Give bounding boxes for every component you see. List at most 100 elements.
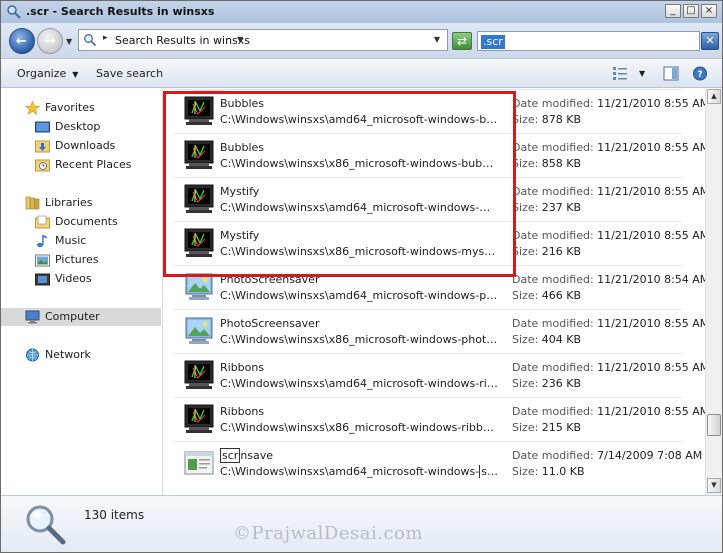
file-name[interactable]: Mystify: [220, 185, 259, 198]
address-box[interactable]: ▸ Search Results in winsxs ▼ ▼: [78, 29, 448, 51]
refresh-button[interactable]: ⇄: [452, 32, 472, 50]
file-name[interactable]: Ribbons: [220, 405, 264, 418]
search-results-list[interactable]: Bubbles C:\Windows\winsxs\amd64_microsoft…: [164, 89, 705, 495]
magnifier-icon: [26, 505, 66, 545]
nav-computer-label: Computer: [45, 310, 100, 323]
close-button[interactable]: ×: [701, 4, 717, 18]
scroll-up-button[interactable]: ▲: [707, 89, 721, 104]
screensaver-monitor-icon: [183, 183, 215, 215]
size-label: Size:: [512, 333, 539, 346]
nav-videos[interactable]: Videos: [1, 270, 161, 288]
recent-pages-dropdown-icon[interactable]: ▼: [66, 37, 72, 46]
file-name[interactable]: Bubbles: [220, 141, 264, 154]
preview-pane-icon[interactable]: [663, 66, 679, 81]
file-size: Size: 216 KB: [512, 245, 581, 258]
date-modified-value: 11/21/2010 8:55 AM: [597, 185, 705, 198]
address-bar-row: ← → ▼ ▸ Search Results in winsxs ▼ ▼ ⇄ .…: [1, 23, 722, 59]
file-path: C:\Windows\winsxs\amd64_microsoft-window…: [220, 465, 498, 478]
nav-computer[interactable]: Computer: [1, 308, 161, 326]
scrollbar-thumb[interactable]: [707, 414, 721, 436]
file-size: Size: 878 KB: [512, 113, 581, 126]
scroll-down-button[interactable]: ▼: [707, 478, 721, 493]
help-icon[interactable]: ?: [692, 66, 708, 81]
back-button[interactable]: ←: [9, 28, 35, 54]
search-input[interactable]: .scr: [477, 31, 700, 51]
item-count: 130 items: [84, 508, 145, 522]
file-name-text: Ribbons: [220, 361, 265, 374]
breadcrumb-dropdown-icon[interactable]: ▼: [237, 35, 243, 44]
file-name[interactable]: Mystify: [220, 229, 259, 242]
change-view-icon[interactable]: [612, 66, 628, 81]
file-size: Size: 11.0 KB: [512, 465, 585, 478]
result-row[interactable]: Bubbles C:\Windows\winsxs\x86_microsoft-w…: [164, 133, 705, 177]
date-modified-label: Date modified:: [512, 405, 594, 418]
nav-favorites[interactable]: Favorites: [1, 99, 161, 117]
file-name-suffix: nsave: [240, 449, 274, 462]
size-label: Size:: [512, 157, 539, 170]
size-value: 466 KB: [541, 289, 582, 302]
scroll-down-icon: ▼: [711, 481, 717, 489]
nav-network-label: Network: [45, 348, 91, 361]
nav-recent-places-label: Recent Places: [55, 158, 132, 171]
file-name[interactable]: Bubbles: [220, 97, 264, 110]
address-history-dropdown-icon[interactable]: ▼: [434, 35, 440, 44]
videos-icon: [35, 273, 50, 286]
file-path-text: C:\Windows\winsxs\x86_microsoft-windows-…: [220, 421, 498, 434]
forward-arrow-icon: →: [45, 34, 56, 49]
save-search-button[interactable]: Save search: [96, 67, 163, 80]
search-folder-icon: [7, 5, 21, 19]
result-row[interactable]: PhotoScreensaver C:\Windows\winsxs\x86_mi…: [164, 309, 705, 353]
nav-recent-places[interactable]: Recent Places: [1, 156, 161, 174]
nav-downloads[interactable]: Downloads: [1, 137, 161, 155]
minimize-button[interactable]: _: [665, 4, 681, 18]
result-row[interactable]: Mystify C:\Windows\winsxs\x86_microsoft-w…: [164, 221, 705, 265]
size-label: Size:: [512, 465, 539, 478]
result-row[interactable]: PhotoScreensaver C:\Windows\winsxs\amd64_…: [164, 265, 705, 309]
organize-button[interactable]: Organize ▼: [17, 67, 78, 80]
maximize-button[interactable]: □: [683, 4, 699, 18]
file-path: C:\Windows\winsxs\amd64_microsoft-window…: [220, 201, 498, 214]
vertical-scrollbar[interactable]: ▲ ▼: [705, 89, 722, 495]
photo-screensaver-icon: [183, 271, 215, 303]
date-modified-value: 11/21/2010 8:55 AM: [597, 229, 705, 242]
file-name-text: Mystify: [220, 229, 260, 242]
file-name[interactable]: Ribbons: [220, 361, 264, 374]
result-row[interactable]: scr nsave C:\Windows\winsxs\amd64_microsof…: [164, 441, 702, 485]
nav-libraries[interactable]: Libraries: [1, 194, 161, 212]
file-name[interactable]: scr nsave: [220, 448, 274, 463]
nav-music[interactable]: Music: [1, 232, 161, 250]
date-modified: Date modified: 11/21/2010 8:55 AM: [512, 229, 705, 242]
file-name[interactable]: PhotoScreensaver: [220, 317, 319, 330]
forward-button[interactable]: →: [37, 28, 63, 54]
result-row[interactable]: Ribbons C:\Windows\winsxs\amd64_microsoft…: [164, 353, 705, 397]
size-value: 11.0 KB: [541, 465, 585, 478]
nav-desktop[interactable]: Desktop: [1, 118, 161, 136]
result-row[interactable]: Ribbons C:\Windows\winsxs\x86_microsoft-w…: [164, 397, 705, 441]
title-bar[interactable]: .scr - Search Results in winsxs _ □ ×: [1, 1, 722, 23]
result-row[interactable]: Mystify C:\Windows\winsxs\amd64_microsoft…: [164, 177, 705, 221]
screensaver-monitor-icon: [183, 403, 215, 435]
file-path: C:\Windows\winsxs\x86_microsoft-windows-…: [220, 421, 498, 434]
clear-search-button[interactable]: ✕: [701, 32, 719, 50]
date-modified: Date modified: 11/21/2010 8:55 AM: [512, 317, 705, 330]
date-modified: Date modified: 11/21/2010 8:55 AM: [512, 141, 705, 154]
row-divider: [174, 309, 682, 310]
file-path-text: C:\Windows\winsxs\amd64_microsoft-window…: [220, 113, 498, 126]
nav-network[interactable]: Network: [1, 346, 161, 364]
star-icon: [25, 101, 40, 115]
row-divider: [174, 133, 682, 134]
nav-documents[interactable]: Documents: [1, 213, 161, 231]
result-row[interactable]: Bubbles C:\Windows\winsxs\amd64_microsoft…: [164, 89, 705, 133]
row-divider: [174, 177, 682, 178]
downloads-folder-icon: [35, 140, 50, 153]
file-name[interactable]: PhotoScreensaver: [220, 273, 319, 286]
file-name-text: PhotoScreensaver: [220, 317, 320, 330]
nav-pictures[interactable]: Pictures: [1, 251, 161, 269]
file-path-prefix: C:\Windows\winsxs\amd64_microsoft-window…: [220, 465, 480, 478]
file-size: Size: 237 KB: [512, 201, 581, 214]
view-options-dropdown-icon[interactable]: ▼: [639, 69, 645, 78]
date-modified: Date modified: 11/21/2010 8:55 AM: [512, 405, 705, 418]
breadcrumb[interactable]: Search Results in winsxs: [115, 34, 250, 47]
size-value: 216 KB: [541, 245, 582, 258]
size-value: 236 KB: [541, 377, 582, 390]
